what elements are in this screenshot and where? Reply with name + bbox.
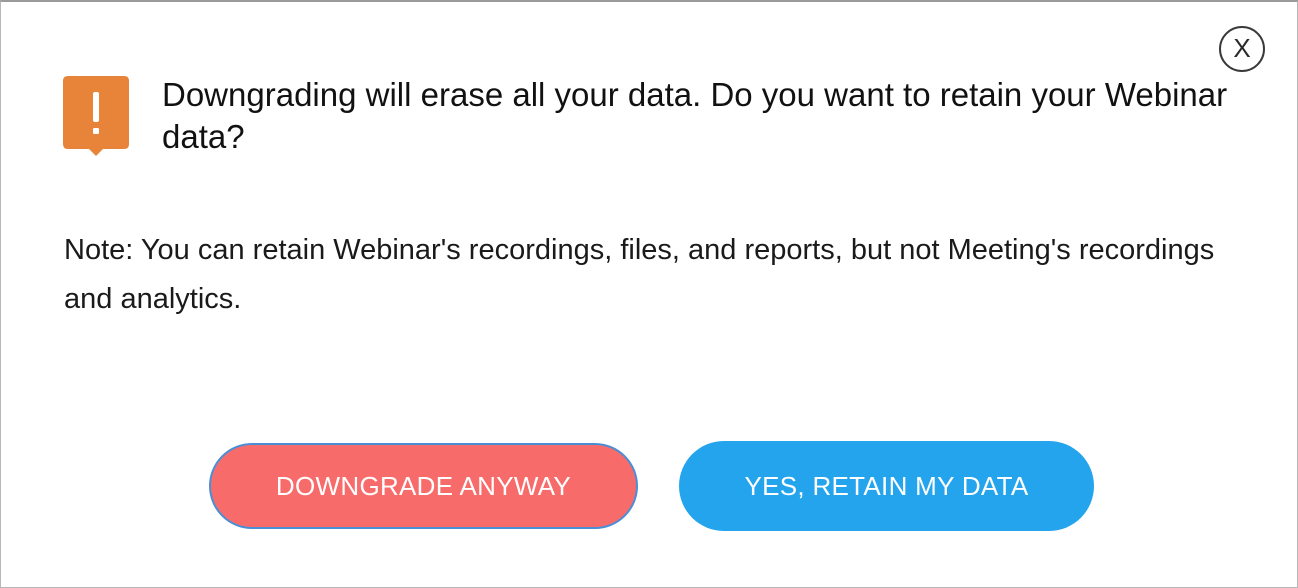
warning-icon	[63, 76, 129, 156]
downgrade-anyway-button[interactable]: DOWNGRADE ANYWAY	[209, 443, 638, 529]
downgrade-dialog: X Downgrading will erase all your data. …	[0, 0, 1298, 588]
close-button[interactable]: X	[1219, 26, 1265, 72]
retain-data-button[interactable]: YES, RETAIN MY DATA	[679, 441, 1094, 531]
close-icon: X	[1233, 33, 1251, 63]
dialog-title: Downgrading will erase all your data. Do…	[162, 76, 1228, 155]
dialog-note: Note: You can retain Webinar's recording…	[64, 234, 1215, 315]
